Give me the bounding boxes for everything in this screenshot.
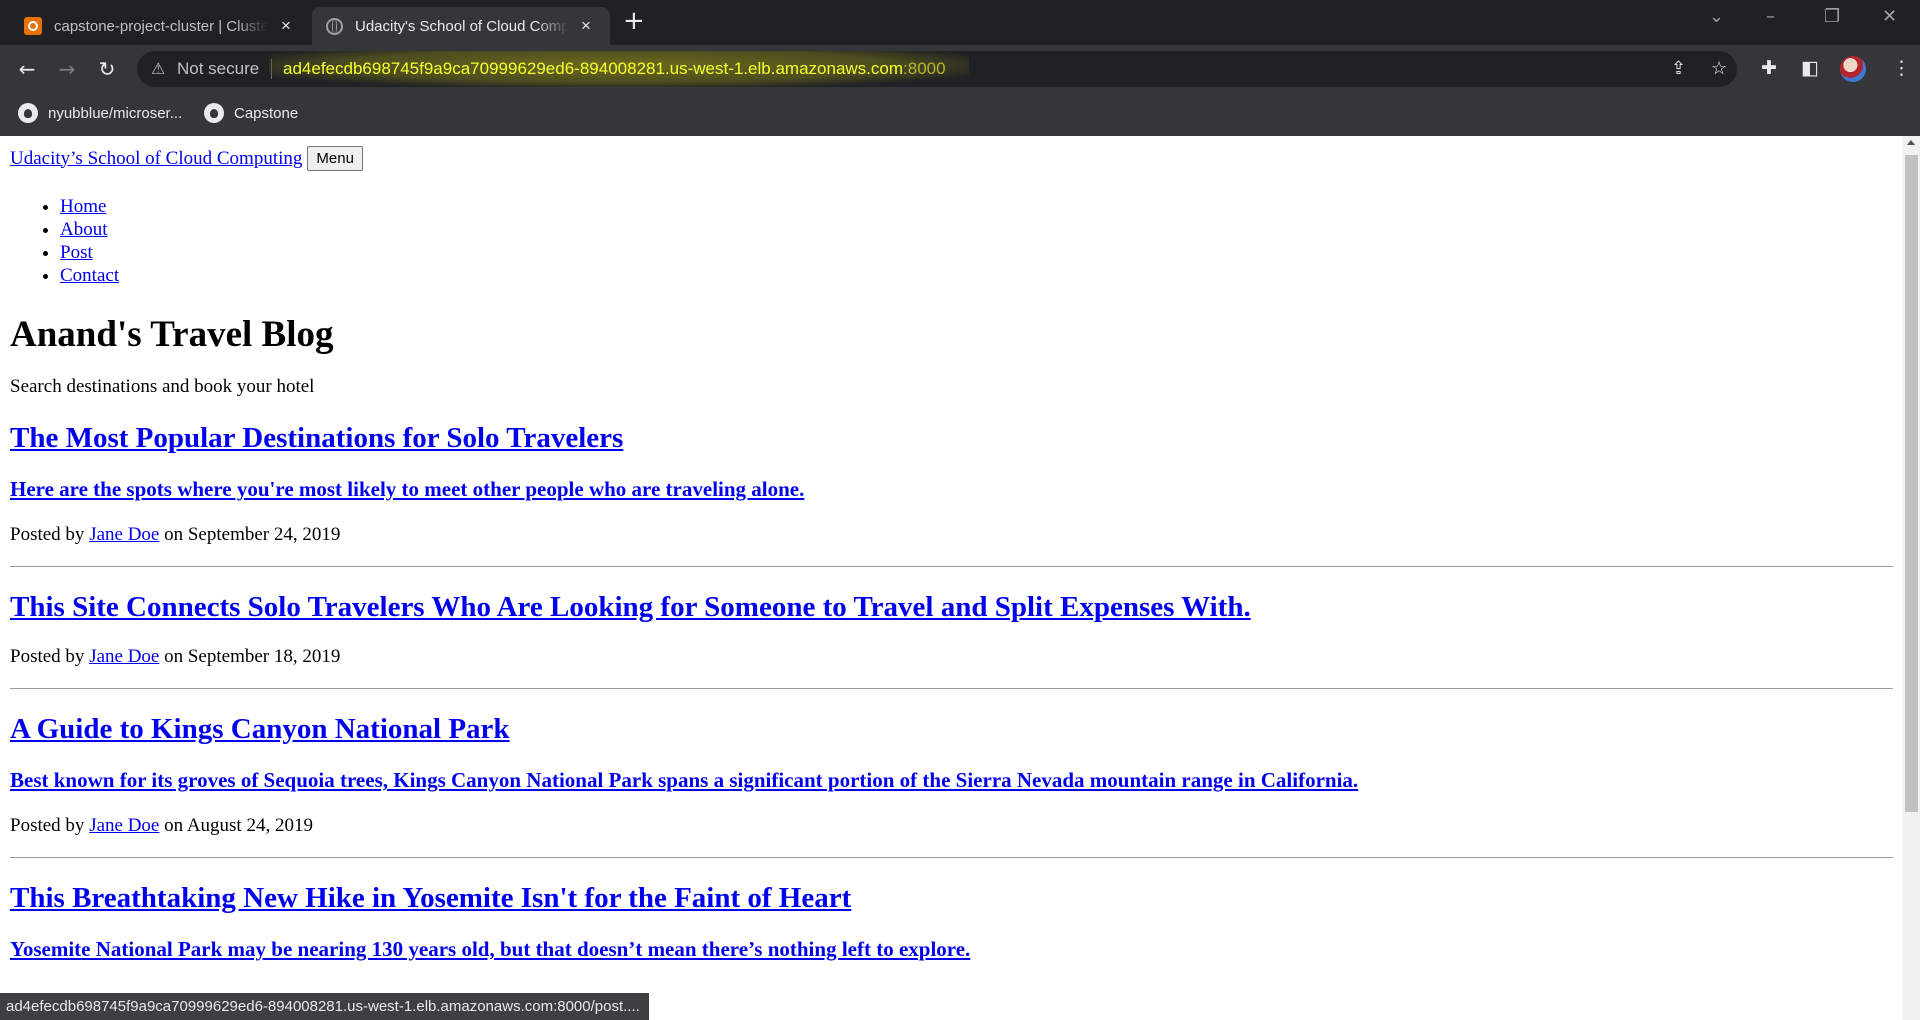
minimize-icon[interactable]: – (1766, 6, 1775, 27)
github-icon (18, 103, 38, 123)
post-preview: A Guide to Kings Canyon National Park Be… (10, 713, 1893, 837)
tab-title: capstone-project-cluster | Cluster (54, 17, 268, 35)
site-brand-link[interactable]: Udacity’s School of Cloud Computing (10, 148, 302, 170)
page-scrollbar[interactable] (1903, 136, 1920, 1020)
warning-triangle-icon[interactable]: ⚠ (151, 59, 165, 78)
post-meta: Posted by Jane Doe on September 24, 2019 (10, 524, 1893, 546)
bookmark-microservices[interactable]: nyubblue/microser... (18, 103, 182, 123)
bookmark-label: nyubblue/microser... (48, 104, 183, 122)
back-arrow-icon[interactable]: ← (12, 54, 42, 84)
reload-icon[interactable]: ↻ (92, 54, 122, 84)
url-text[interactable]: ad4efecdb698745f9a9ca70999629ed6-8940082… (283, 59, 946, 79)
link-status-bar: ad4efecdb698745f9a9ca70999629ed6-8940082… (0, 993, 649, 1020)
post-date: August 24, 2019 (186, 815, 313, 836)
post-title-link[interactable]: The Most Popular Destinations for Solo T… (10, 422, 623, 454)
extensions-puzzle-icon[interactable]: ✚ (1761, 57, 1777, 79)
post-author-link[interactable]: Jane Doe (89, 646, 159, 667)
restore-icon[interactable]: ❐ (1824, 6, 1840, 27)
post-preview: This Site Connects Solo Travelers Who Ar… (10, 591, 1893, 668)
post-preview: This Breathtaking New Hike in Yosemite I… (10, 882, 1893, 962)
tab-capstone-cluster[interactable]: capstone-project-cluster | Cluster × (10, 7, 310, 45)
close-icon[interactable]: × (276, 16, 296, 36)
aws-console-icon (24, 17, 42, 35)
new-tab-icon[interactable]: + (623, 6, 645, 36)
post-divider (10, 857, 1893, 858)
post-divider (10, 566, 1893, 567)
posted-by-label: Posted by (10, 815, 85, 836)
tab-udacity-cloud[interactable]: Udacity's School of Cloud Computing × (312, 7, 610, 45)
github-icon (204, 103, 224, 123)
nav-link-about[interactable]: About (60, 219, 108, 240)
tab-strip: capstone-project-cluster | Cluster × Uda… (0, 0, 1920, 45)
nav-item-post: Post (60, 241, 1893, 264)
scroll-up-arrow-icon[interactable] (1907, 140, 1915, 145)
bookmarks-bar: nyubblue/microser... Capstone (0, 93, 1920, 136)
post-subtitle-link[interactable]: Best known for its groves of Sequoia tre… (10, 768, 1358, 792)
post-subtitle-link[interactable]: Yosemite National Park may be nearing 13… (10, 937, 970, 961)
menu-button[interactable]: Menu (307, 146, 363, 171)
post-title-link[interactable]: This Breathtaking New Hike in Yosemite I… (10, 882, 851, 914)
address-bar[interactable]: ⚠ Not secure ad4efecdb698745f9a9ca709996… (137, 51, 1737, 87)
url-host: ad4efecdb698745f9a9ca70999629ed6-8940082… (283, 59, 904, 78)
browser-toolbar: ← → ↻ ⚠ Not secure ad4efecdb698745f9a9ca… (0, 45, 1920, 93)
on-label: on (164, 524, 184, 545)
side-panel-icon[interactable]: ◧ (1801, 57, 1819, 79)
share-icon[interactable]: ⇪ (1671, 58, 1686, 79)
post-author-link[interactable]: Jane Doe (89, 524, 159, 545)
on-label: on (164, 646, 184, 667)
nav-link-contact[interactable]: Contact (60, 265, 119, 286)
site-nav: Home About Post Contact (10, 195, 1893, 287)
post-title-link[interactable]: This Site Connects Solo Travelers Who Ar… (10, 591, 1251, 623)
nav-item-home: Home (60, 195, 1893, 218)
post-preview: The Most Popular Destinations for Solo T… (10, 422, 1893, 546)
post-meta: Posted by Jane Doe on August 24, 2019 (10, 815, 1893, 837)
site-header: Udacity’s School of Cloud Computing Menu (10, 146, 1893, 171)
bookmark-capstone[interactable]: Capstone (204, 103, 298, 123)
page-viewport: Udacity’s School of Cloud Computing Menu… (0, 136, 1903, 1020)
tab-search-icon[interactable]: ⌄ (1709, 6, 1724, 27)
security-label[interactable]: Not secure (177, 59, 259, 79)
bookmark-label: Capstone (234, 104, 299, 122)
nav-item-about: About (60, 218, 1893, 241)
nav-item-contact: Contact (60, 264, 1893, 287)
more-menu-icon[interactable]: ⋮ (1892, 57, 1911, 79)
bookmark-star-icon[interactable]: ☆ (1711, 58, 1727, 79)
globe-icon (326, 17, 343, 35)
close-icon[interactable]: × (576, 16, 596, 36)
window-close-icon[interactable]: ✕ (1882, 6, 1897, 27)
post-divider (10, 688, 1893, 689)
scrollbar-thumb[interactable] (1905, 155, 1918, 812)
post-subtitle-link[interactable]: Here are the spots where you're most lik… (10, 477, 804, 501)
post-date: September 24, 2019 (187, 524, 341, 545)
page-title: Anand's Travel Blog (10, 314, 334, 355)
post-meta: Posted by Jane Doe on September 18, 2019 (10, 646, 1893, 668)
nav-link-post[interactable]: Post (60, 242, 93, 263)
url-port: :8000 (903, 59, 946, 78)
post-date: September 18, 2019 (187, 646, 341, 667)
forward-arrow-icon[interactable]: → (52, 54, 82, 84)
post-title-link[interactable]: A Guide to Kings Canyon National Park (10, 713, 510, 745)
nav-link-home[interactable]: Home (60, 196, 106, 217)
posted-by-label: Posted by (10, 646, 85, 667)
page-subtitle: Search destinations and book your hotel (10, 376, 315, 397)
post-author-link[interactable]: Jane Doe (89, 815, 159, 836)
posted-by-label: Posted by (10, 524, 85, 545)
profile-avatar[interactable] (1840, 56, 1866, 82)
on-label: on (164, 815, 184, 836)
tab-title: Udacity's School of Cloud Computing (355, 17, 568, 35)
